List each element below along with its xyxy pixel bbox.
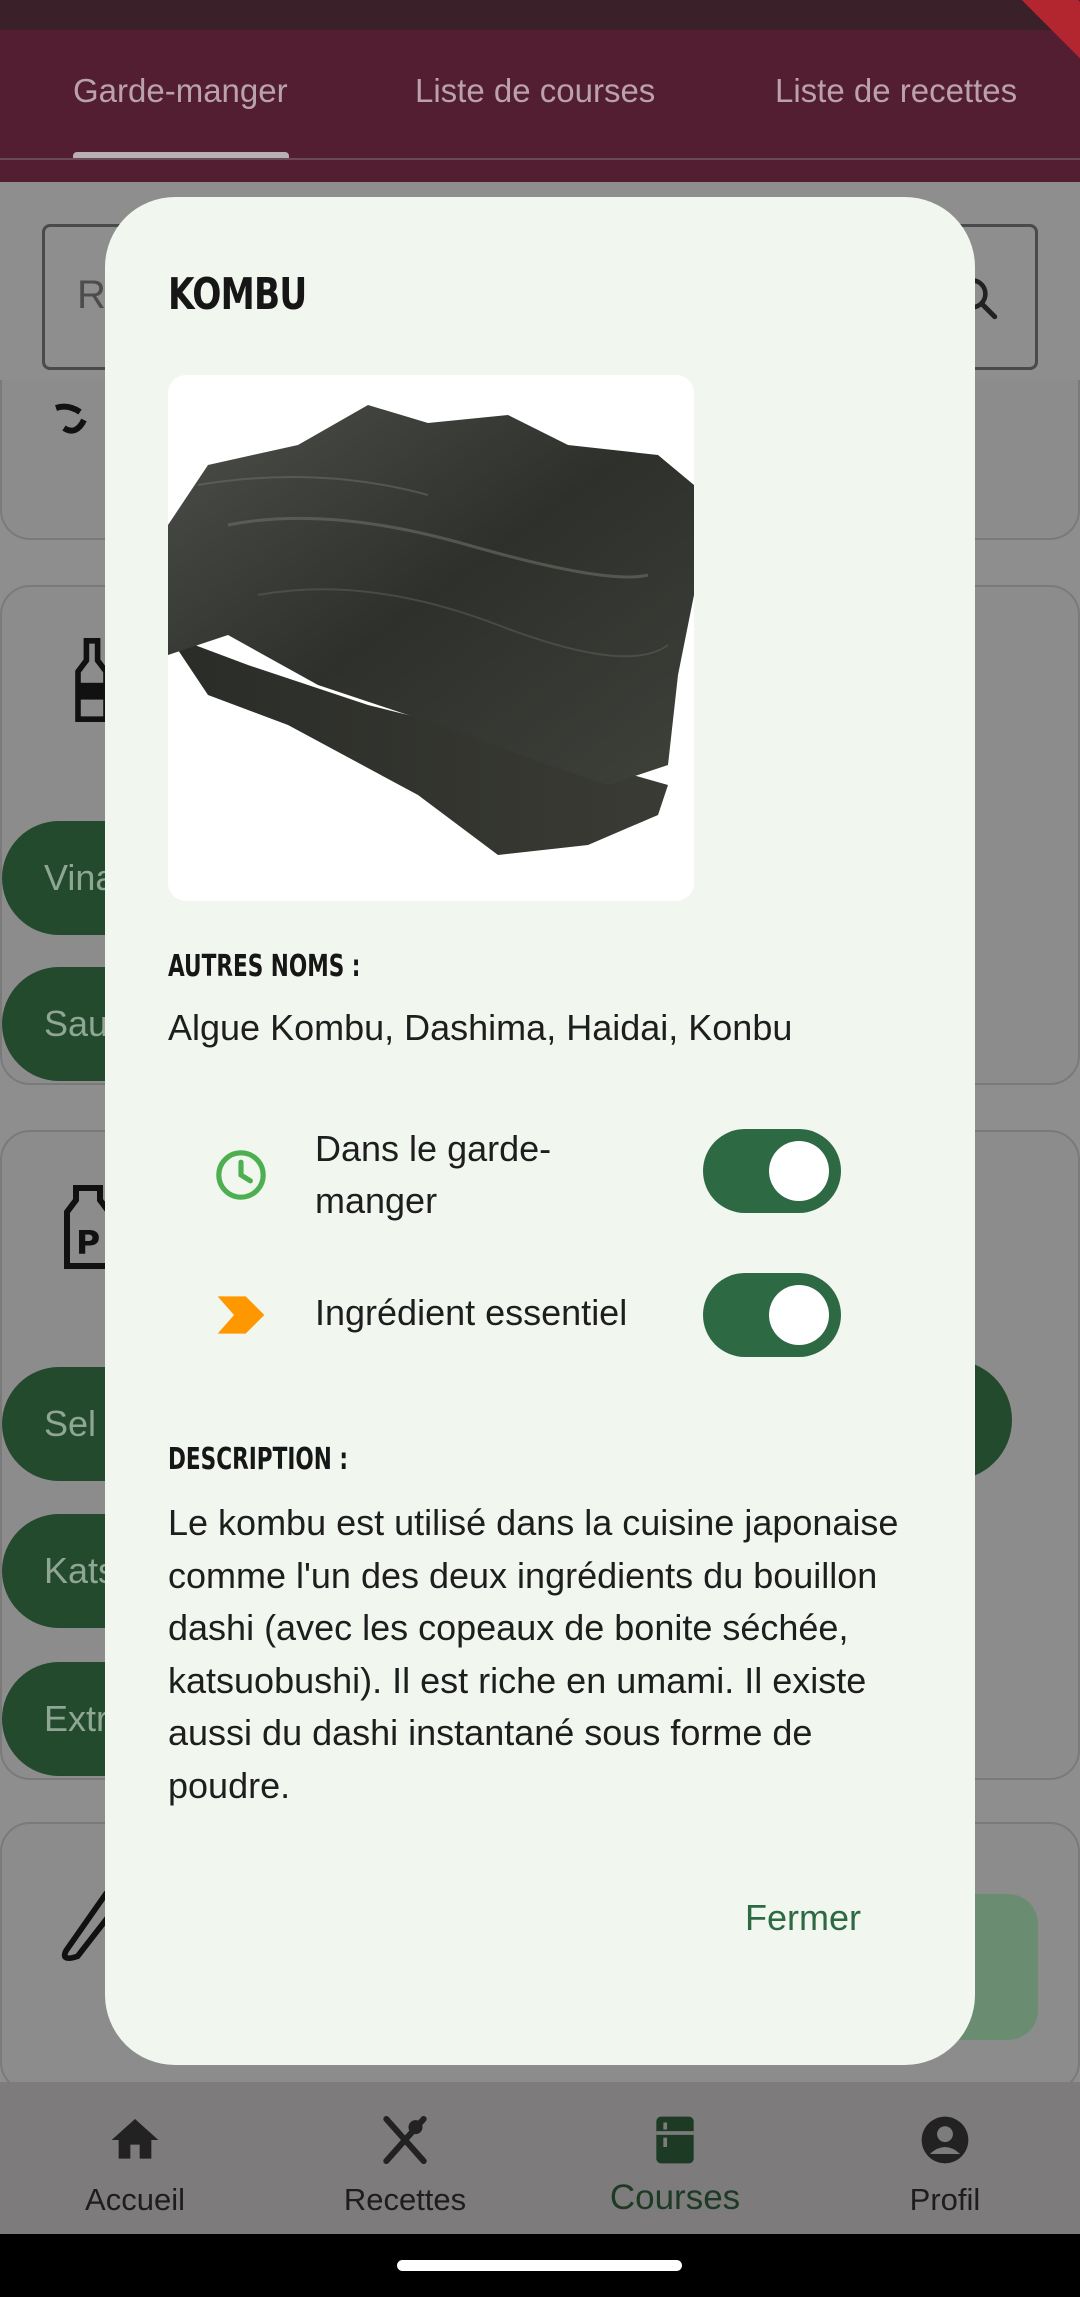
nav-label: Profil (909, 2182, 981, 2217)
kombu-seaweed-photo (168, 405, 694, 855)
toggle-label: Dans le garde-manger (315, 1128, 552, 1221)
essential-toggle[interactable] (703, 1273, 841, 1357)
nav-label: Recettes (343, 2182, 467, 2217)
category-icon (55, 403, 87, 434)
profile-icon (921, 2116, 969, 2164)
description-label: DESCRIPTION : (168, 1442, 348, 1477)
nav-label: Courses (609, 2178, 741, 2217)
ingredient-dialog: KOMBU AUTRES NOMS : Algue Kombu, Dashima… (105, 197, 975, 2065)
switch-knob (769, 1285, 829, 1345)
nav-label: Accueil (85, 2182, 185, 2217)
tab-divider (0, 158, 1080, 160)
description-text: Le kombu est utilisé dans la cuisine jap… (168, 1502, 899, 1806)
other-names-text: Algue Kombu, Dashima, Haidai, Konbu (168, 1007, 793, 1048)
tab-liste-de-recettes[interactable]: Liste de recettes (775, 72, 1017, 110)
clock-icon (216, 1150, 266, 1200)
home-icon (111, 2119, 159, 2159)
dialog-title: KOMBU (168, 269, 307, 320)
tab-garde-manger[interactable]: Garde-manger (73, 72, 288, 110)
svg-text:P: P (76, 1223, 100, 1262)
home-gesture-bar[interactable] (397, 2260, 682, 2271)
ingredient-photo (168, 375, 694, 901)
other-names-label: AUTRES NOMS : (168, 949, 361, 984)
pantry-toggle[interactable] (703, 1129, 841, 1213)
tab-liste-de-courses[interactable]: Liste de courses (415, 72, 655, 110)
tab-bar: Garde-manger Liste de courses Liste de r… (0, 30, 1080, 160)
chevron-badge-icon (217, 1296, 265, 1334)
toggle-label: Ingrédient essentiel (315, 1292, 628, 1333)
nav-profil[interactable]: Profil (810, 2082, 1080, 2234)
close-button[interactable]: Fermer (745, 1897, 861, 1939)
pantry-icon (656, 2116, 694, 2164)
bottom-navigation: Accueil Recettes Courses Profil (0, 2082, 1080, 2234)
nav-recettes[interactable]: Recettes (270, 2082, 540, 2234)
nav-courses[interactable]: Courses (540, 2082, 810, 2234)
switch-knob (769, 1141, 829, 1201)
fork-spoon-icon (383, 2115, 427, 2165)
nav-accueil[interactable]: Accueil (0, 2082, 270, 2234)
status-bar (0, 0, 1080, 30)
